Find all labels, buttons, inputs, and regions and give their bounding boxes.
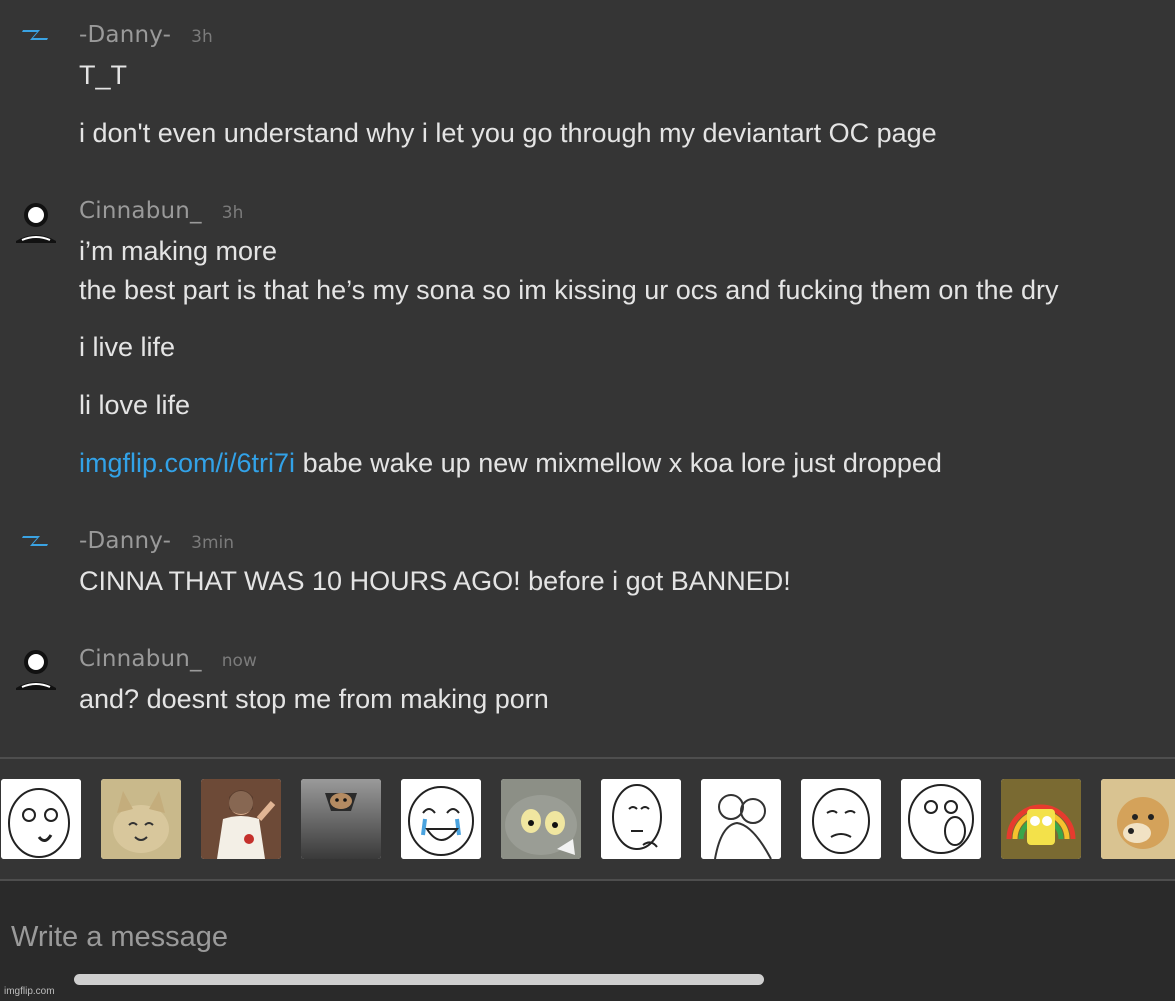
scrollbar[interactable]: [74, 974, 764, 985]
message-input[interactable]: Write a message: [11, 921, 228, 954]
hmm-rage-face-icon[interactable]: [601, 779, 681, 859]
default-user-icon[interactable]: [14, 199, 58, 243]
ceiling-cat-icon[interactable]: [301, 779, 381, 859]
i-know-that-feel-bro-icon[interactable]: [701, 779, 781, 859]
message-text: i’m making more: [79, 236, 278, 266]
default-user-icon[interactable]: [14, 646, 58, 690]
message-text: CINNA THAT WAS 10 HOURS AGO! before i go…: [79, 566, 791, 596]
unsettled-tom-icon[interactable]: [501, 779, 581, 859]
message-text: and? doesnt stop me from making porn: [79, 684, 549, 714]
buddy-christ-icon[interactable]: [201, 779, 281, 859]
timestamp: now: [221, 651, 257, 671]
rage-face-smirk-icon[interactable]: [1, 779, 81, 859]
message-link-caption: babe wake up new mixmellow x koa lore ju…: [295, 448, 942, 478]
meme-picker: [0, 759, 1175, 879]
message-text: li love life: [79, 390, 191, 420]
lol-face-icon[interactable]: [901, 779, 981, 859]
okay-face-icon[interactable]: [801, 779, 881, 859]
username[interactable]: -Danny-: [79, 528, 171, 554]
message-text: i live life: [79, 332, 176, 362]
timestamp: 3h: [191, 27, 213, 47]
tears-of-joy-rage-face-icon[interactable]: [401, 779, 481, 859]
message-text: the best part is that he’s my sona so im…: [79, 275, 1059, 305]
timestamp: 3h: [221, 203, 244, 223]
lightning-bolt-icon[interactable]: [14, 18, 58, 62]
timestamp: 3min: [191, 533, 235, 553]
happy-cat-icon[interactable]: [101, 779, 181, 859]
message-text: imgflip.com/i/6tri7i babe wake up new mi…: [79, 448, 942, 479]
username[interactable]: -Danny-: [79, 22, 171, 48]
message-link[interactable]: imgflip.com/i/6tri7i: [79, 448, 295, 478]
message-text: T_T: [79, 60, 128, 90]
doge-icon[interactable]: [1101, 779, 1175, 859]
imagination-spongebob-icon[interactable]: [1001, 779, 1081, 859]
message-text: i don't even understand why i let you go…: [79, 118, 937, 148]
watermark: imgflip.com: [4, 986, 55, 997]
lightning-bolt-icon[interactable]: [14, 524, 58, 568]
username[interactable]: Cinnabun_: [79, 198, 202, 224]
username[interactable]: Cinnabun_: [79, 646, 202, 672]
